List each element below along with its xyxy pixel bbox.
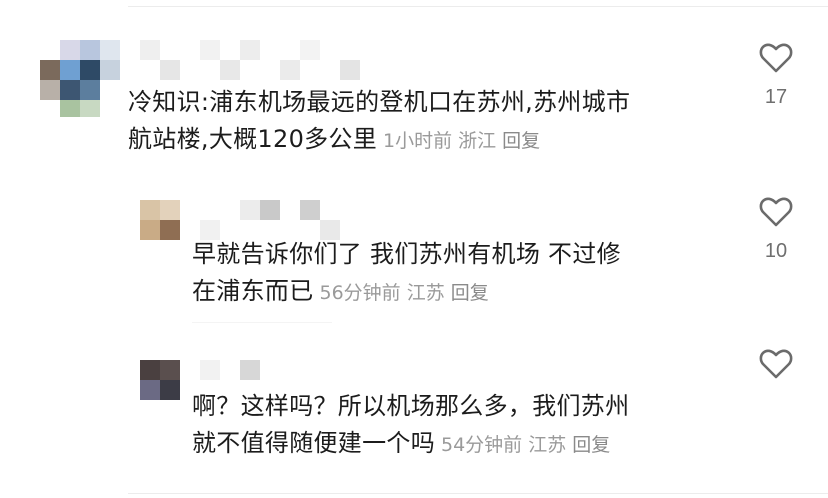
comment-text[interactable]: 早就告诉你们了 我们苏州有机场 不过修 在浦东而已 56分钟前 江苏 回复 <box>192 236 732 312</box>
location: 浙江 <box>458 130 497 152</box>
heart-outline-icon <box>759 43 793 73</box>
timestamp: 1小时前 <box>383 130 453 152</box>
like-button[interactable] <box>746 348 806 392</box>
comment-line: 就不值得随便建一个吗 54分钟前 江苏 回复 <box>192 425 732 464</box>
reply-button[interactable]: 回复 <box>451 282 489 304</box>
comment-meta: 1小时前 浙江 回复 <box>383 130 546 152</box>
comment-line: 啊？这样吗？所以机场那么多，我们苏州 <box>192 392 630 420</box>
username-blurred[interactable] <box>140 40 380 80</box>
like-button[interactable]: 17 <box>746 42 806 109</box>
bottom-divider <box>128 493 828 494</box>
heart-outline-icon <box>759 349 793 379</box>
comment-meta: 54分钟前 江苏 回复 <box>441 434 616 456</box>
comment-line: 冷知识:浦东机场最远的登机口在苏州,苏州城市 <box>128 88 631 116</box>
reply-button[interactable]: 回复 <box>502 130 540 152</box>
comment-text[interactable]: 啊？这样吗？所以机场那么多，我们苏州 就不值得随便建一个吗 54分钟前 江苏 回复 <box>192 388 732 464</box>
like-count: 10 <box>764 240 788 262</box>
avatar[interactable] <box>140 360 180 400</box>
comment-line: 在浦东而已 56分钟前 江苏 回复 <box>192 273 732 312</box>
divider <box>192 322 332 323</box>
comment-meta: 56分钟前 江苏 回复 <box>320 282 495 304</box>
like-button[interactable]: 10 <box>746 196 806 263</box>
location: 江苏 <box>406 282 445 304</box>
timestamp: 56分钟前 <box>319 282 401 304</box>
like-count: 17 <box>764 86 788 108</box>
location: 江苏 <box>528 434 567 456</box>
comment-line: 早就告诉你们了 我们苏州有机场 不过修 <box>192 240 621 268</box>
timestamp: 54分钟前 <box>441 434 523 456</box>
username-blurred[interactable] <box>200 200 350 240</box>
reply-button[interactable]: 回复 <box>572 434 610 456</box>
avatar[interactable] <box>140 200 180 240</box>
heart-outline-icon <box>759 197 793 227</box>
top-divider <box>128 6 828 7</box>
comment-line: 航站楼,大概120多公里 1小时前 浙江 回复 <box>128 121 738 160</box>
comment-text[interactable]: 冷知识:浦东机场最远的登机口在苏州,苏州城市 航站楼,大概120多公里 1小时前浙… <box>128 84 738 160</box>
username-blurred[interactable] <box>200 360 280 382</box>
avatar[interactable] <box>40 40 120 120</box>
